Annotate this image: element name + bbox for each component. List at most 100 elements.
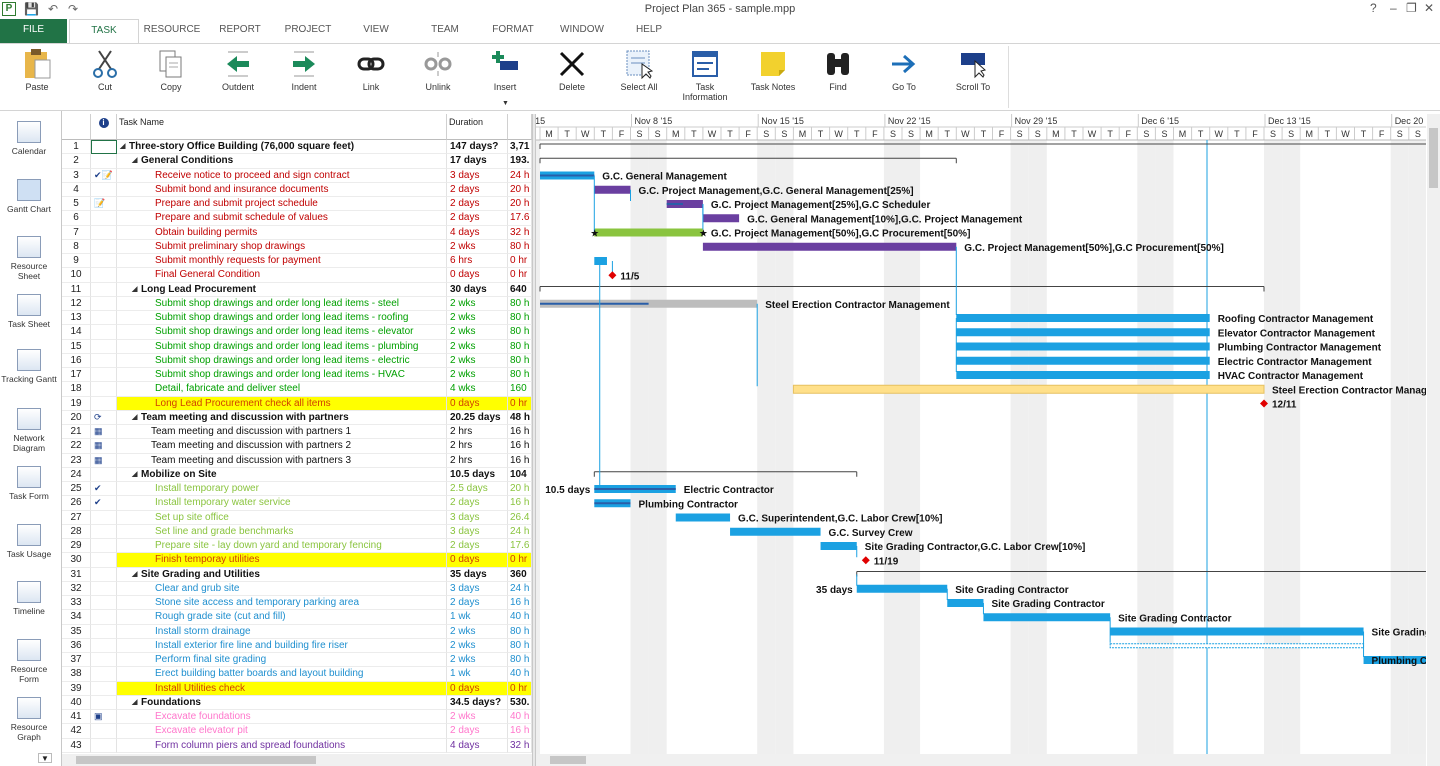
find-button[interactable]: Find [816, 44, 860, 110]
indicators[interactable]: ✔📝 [91, 168, 117, 183]
task-work[interactable]: 640 [508, 282, 532, 297]
tab-task[interactable]: TASK [69, 19, 139, 44]
task-duration[interactable]: 6 hrs [447, 254, 508, 269]
chevron-down-icon[interactable]: ▼ [502, 100, 509, 107]
task-name[interactable]: Foundations ◢ [117, 695, 447, 710]
table-row[interactable]: 16 Submit shop drawings and order long le… [62, 353, 532, 368]
row-number[interactable]: 8 [62, 239, 91, 254]
task-name[interactable]: Set line and grade benchmarks [117, 524, 447, 539]
view-resource-form[interactable]: Resource Form [0, 639, 58, 684]
task-name[interactable]: Prepare and submit schedule of values [117, 211, 447, 226]
indicators[interactable] [91, 738, 117, 753]
row-number[interactable]: 27 [62, 510, 91, 525]
unlink-button[interactable]: Unlink [416, 44, 460, 110]
task-duration[interactable]: 4 days [447, 738, 508, 753]
row-number[interactable]: 25 [62, 482, 91, 497]
task-work[interactable]: 80 h [508, 296, 532, 311]
indicators[interactable] [91, 382, 117, 397]
task-duration[interactable]: 3 days [447, 510, 508, 525]
table-row[interactable]: 36 Install exterior fire line and buildin… [62, 638, 532, 653]
task-duration[interactable]: 0 days [447, 268, 508, 283]
table-row[interactable]: 22 ▦ Team meeting and discussion with part… [62, 439, 532, 454]
table-row[interactable]: 29 Prepare site - lay down yard and tempo… [62, 539, 532, 554]
task-name[interactable]: Set up site office [117, 510, 447, 525]
task-work[interactable]: 16 h [508, 453, 532, 468]
task-duration[interactable]: 4 days [447, 225, 508, 240]
task-work[interactable]: 160 [508, 382, 532, 397]
table-row[interactable]: 35 Install storm drainage 2 wks 80 h [62, 624, 532, 639]
view-task-form[interactable]: Task Form [0, 466, 58, 501]
task-duration[interactable]: 4 wks [447, 382, 508, 397]
row-number[interactable]: 40 [62, 695, 91, 710]
indicators[interactable] [91, 539, 117, 554]
task-name[interactable]: Team meeting and discussion with partner… [117, 439, 447, 454]
table-row[interactable]: 9 Submit monthly requests for payment 6 hr… [62, 254, 532, 269]
task-work[interactable]: 0 hr [508, 553, 532, 568]
task-duration[interactable]: 3 days [447, 581, 508, 596]
row-number[interactable]: 34 [62, 610, 91, 625]
table-row[interactable]: 1 Three-story Office Building (76,000 squ… [62, 140, 532, 155]
task-duration[interactable]: 2 wks [447, 710, 508, 725]
task-duration[interactable]: 3 days [447, 524, 508, 539]
indicators[interactable] [91, 667, 117, 682]
task-work[interactable]: 80 h [508, 339, 532, 354]
task-name[interactable]: Submit shop drawings and order long lead… [117, 368, 447, 383]
row-number[interactable]: 17 [62, 368, 91, 383]
indicators[interactable] [91, 254, 117, 269]
row-number[interactable]: 18 [62, 382, 91, 397]
work-header[interactable] [508, 114, 532, 140]
task-name[interactable]: Submit shop drawings and order long lead… [117, 325, 447, 340]
task-name[interactable]: Submit shop drawings and order long lead… [117, 339, 447, 354]
task-work[interactable]: 80 h [508, 638, 532, 653]
task-duration[interactable]: 2 hrs [447, 425, 508, 440]
indicators[interactable] [91, 581, 117, 596]
indicators[interactable] [91, 596, 117, 611]
indicators[interactable] [91, 638, 117, 653]
indicators[interactable] [91, 724, 117, 739]
row-number[interactable]: 31 [62, 567, 91, 582]
table-row[interactable]: 41 ▣ Excavate foundations 2 wks 40 h [62, 710, 532, 725]
task-name[interactable]: Submit monthly requests for payment [117, 254, 447, 269]
close-icon[interactable]: ✕ [1424, 1, 1434, 15]
task-work[interactable]: 16 h [508, 724, 532, 739]
indicators[interactable] [91, 353, 117, 368]
indicators[interactable] [91, 311, 117, 326]
task-name[interactable]: Long Lead Procurement ◢ [117, 282, 447, 297]
task-work[interactable]: 80 h [508, 624, 532, 639]
view-calendar[interactable]: Calendar [0, 121, 58, 156]
row-number[interactable]: 28 [62, 524, 91, 539]
table-row[interactable]: 12 Submit shop drawings and order long le… [62, 296, 532, 311]
row-number[interactable]: 33 [62, 596, 91, 611]
vertical-scroll-thumb[interactable] [1429, 128, 1438, 188]
task-name[interactable]: Mobilize on Site ◢ [117, 467, 447, 482]
task-name[interactable]: Install temporary water service [117, 496, 447, 511]
table-row[interactable]: 17 Submit shop drawings and order long le… [62, 368, 532, 383]
task-work[interactable]: 24 h [508, 581, 532, 596]
row-number[interactable]: 41 [62, 710, 91, 725]
task-name[interactable]: Submit shop drawings and order long lead… [117, 311, 447, 326]
task-name[interactable]: Detail, fabricate and deliver steel [117, 382, 447, 397]
task-name[interactable]: Rough grade site (cut and fill) [117, 610, 447, 625]
help-icon[interactable]: ? [1370, 1, 1377, 15]
task-work[interactable]: 40 h [508, 610, 532, 625]
task-duration[interactable]: 2 days [447, 211, 508, 226]
table-row[interactable]: 43 Form column piers and spread foundatio… [62, 738, 532, 753]
gantt-scroll-thumb[interactable] [550, 756, 586, 764]
view-tracking-gantt[interactable]: Tracking Gantt [0, 349, 58, 384]
indicators[interactable] [91, 154, 117, 169]
task-information-button[interactable]: Task Information [680, 44, 730, 110]
indicators[interactable] [91, 368, 117, 383]
indicators[interactable] [91, 610, 117, 625]
task-name[interactable]: Final General Condition [117, 268, 447, 283]
task-work[interactable]: 24 h [508, 168, 532, 183]
task-work[interactable]: 80 h [508, 353, 532, 368]
grid-horizontal-scrollbar[interactable] [62, 754, 532, 766]
link-button[interactable]: Link [350, 44, 392, 110]
task-duration[interactable]: 2 wks [447, 325, 508, 340]
table-row[interactable]: 42 Excavate elevator pit 2 days 16 h [62, 724, 532, 739]
view-bar-scroll-icon[interactable]: ▼ [38, 753, 52, 763]
task-duration[interactable]: 2 wks [447, 624, 508, 639]
task-name[interactable]: Erect building batter boards and layout … [117, 667, 447, 682]
task-duration[interactable]: 2 hrs [447, 439, 508, 454]
row-number[interactable]: 37 [62, 653, 91, 668]
